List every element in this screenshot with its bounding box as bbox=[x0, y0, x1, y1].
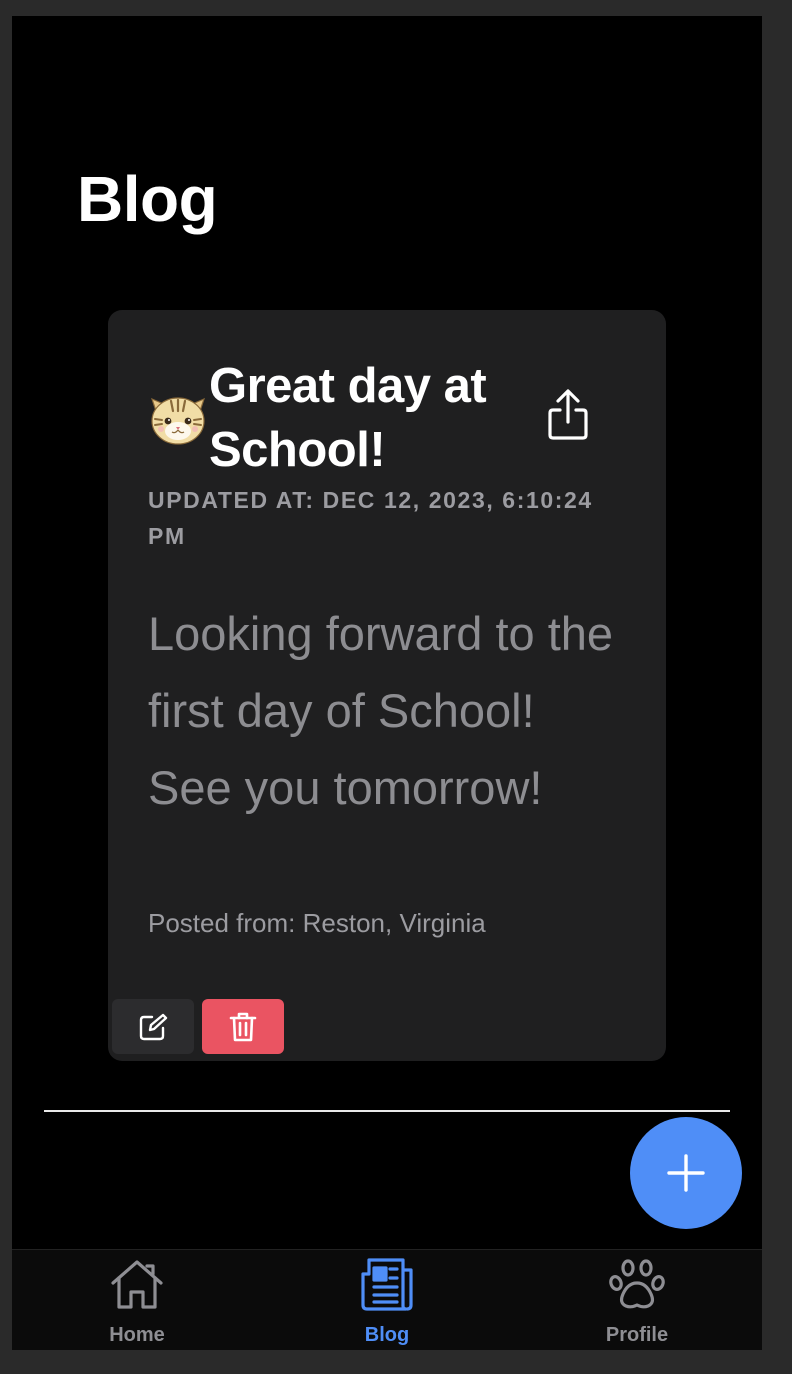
edit-button[interactable] bbox=[112, 999, 194, 1054]
bottom-tab-bar: Home Blog Profile bbox=[12, 1249, 762, 1350]
edit-icon bbox=[139, 1013, 168, 1040]
tab-home[interactable]: Home bbox=[37, 1250, 237, 1350]
list-divider bbox=[44, 1110, 730, 1112]
post-body: Looking forward to the first day of Scho… bbox=[148, 607, 614, 814]
updated-timestamp: UPDATED AT: DEC 12, 2023, 6:10:24 PM bbox=[148, 487, 593, 549]
newspaper-icon bbox=[361, 1258, 413, 1311]
trash-icon bbox=[229, 1012, 257, 1041]
home-icon bbox=[111, 1260, 163, 1309]
tab-profile-label: Profile bbox=[605, 1324, 669, 1346]
page-title: Blog bbox=[77, 163, 218, 235]
tab-home-label: Home bbox=[109, 1324, 165, 1346]
app-screen: Blog Great day at School! UPDATED AT: DE… bbox=[12, 16, 762, 1350]
share-icon bbox=[548, 389, 588, 440]
share-button[interactable] bbox=[538, 383, 598, 447]
cat-face-icon bbox=[151, 397, 205, 445]
delete-button[interactable] bbox=[202, 999, 284, 1054]
paw-icon bbox=[609, 1259, 665, 1309]
tab-profile[interactable]: Profile bbox=[537, 1250, 737, 1350]
add-post-button[interactable] bbox=[630, 1117, 742, 1229]
tab-blog-label: Blog bbox=[364, 1324, 410, 1346]
post-location: Posted from: Reston, Virginia bbox=[148, 908, 486, 938]
blog-post-card: Great day at School! UPDATED AT: DEC 12,… bbox=[108, 310, 666, 1061]
tab-blog[interactable]: Blog bbox=[287, 1250, 487, 1350]
post-title: Great day at School! bbox=[209, 359, 487, 477]
plus-icon bbox=[667, 1154, 705, 1192]
